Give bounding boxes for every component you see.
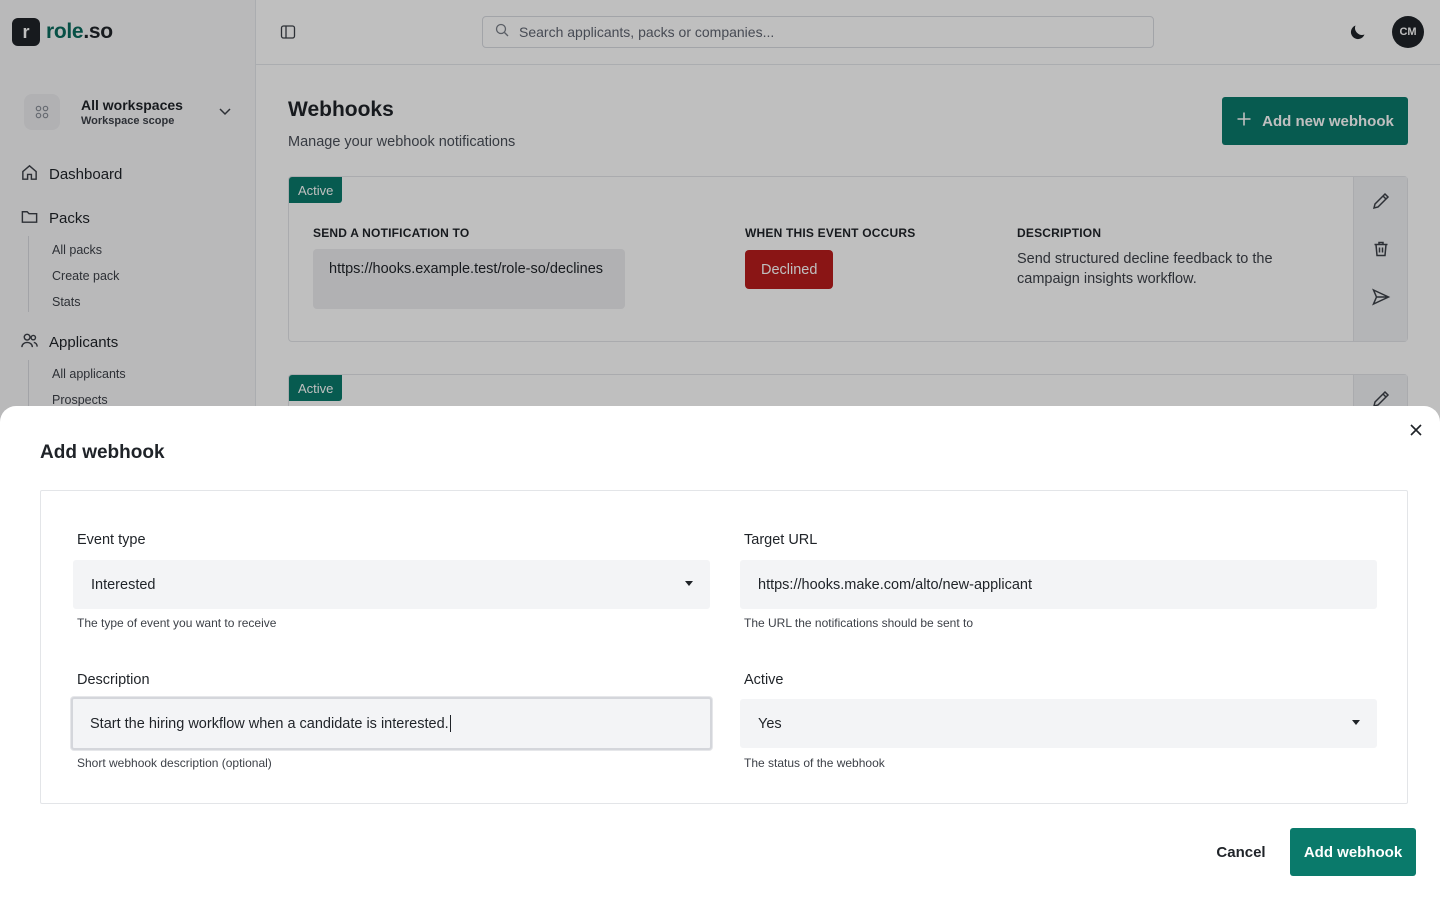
description-label: Description (77, 672, 150, 688)
add-webhook-dialog: Add webhook Event type Interested The ty… (0, 406, 1440, 900)
target-url-value: https://hooks.make.com/alto/new-applican… (758, 576, 1033, 593)
text-cursor (449, 715, 451, 732)
cancel-button[interactable]: Cancel (1202, 828, 1280, 876)
event-type-value: Interested (91, 576, 156, 593)
event-type-select[interactable]: Interested (73, 560, 710, 609)
webhook-form: Event type Interested The type of event … (40, 490, 1408, 804)
caret-down-icon (1352, 720, 1360, 725)
active-label: Active (744, 672, 784, 688)
close-icon (1409, 423, 1423, 440)
active-value: Yes (758, 715, 782, 732)
close-button[interactable] (1404, 419, 1428, 443)
dialog-title: Add webhook (40, 442, 165, 463)
add-webhook-button[interactable]: Add webhook (1290, 828, 1416, 876)
description-input[interactable]: Start the hiring workflow when a candida… (71, 697, 712, 750)
target-url-help: The URL the notifications should be sent… (744, 616, 974, 630)
event-type-label: Event type (77, 532, 146, 548)
caret-down-icon (685, 581, 693, 586)
active-select[interactable]: Yes (740, 699, 1377, 748)
target-url-input[interactable]: https://hooks.make.com/alto/new-applican… (740, 560, 1377, 609)
target-url-label: Target URL (744, 532, 818, 548)
event-type-help: The type of event you want to receive (77, 616, 277, 630)
description-help: Short webhook description (optional) (77, 756, 272, 770)
active-help: The status of the webhook (744, 756, 885, 770)
description-value: Start the hiring workflow when a candida… (90, 715, 449, 732)
